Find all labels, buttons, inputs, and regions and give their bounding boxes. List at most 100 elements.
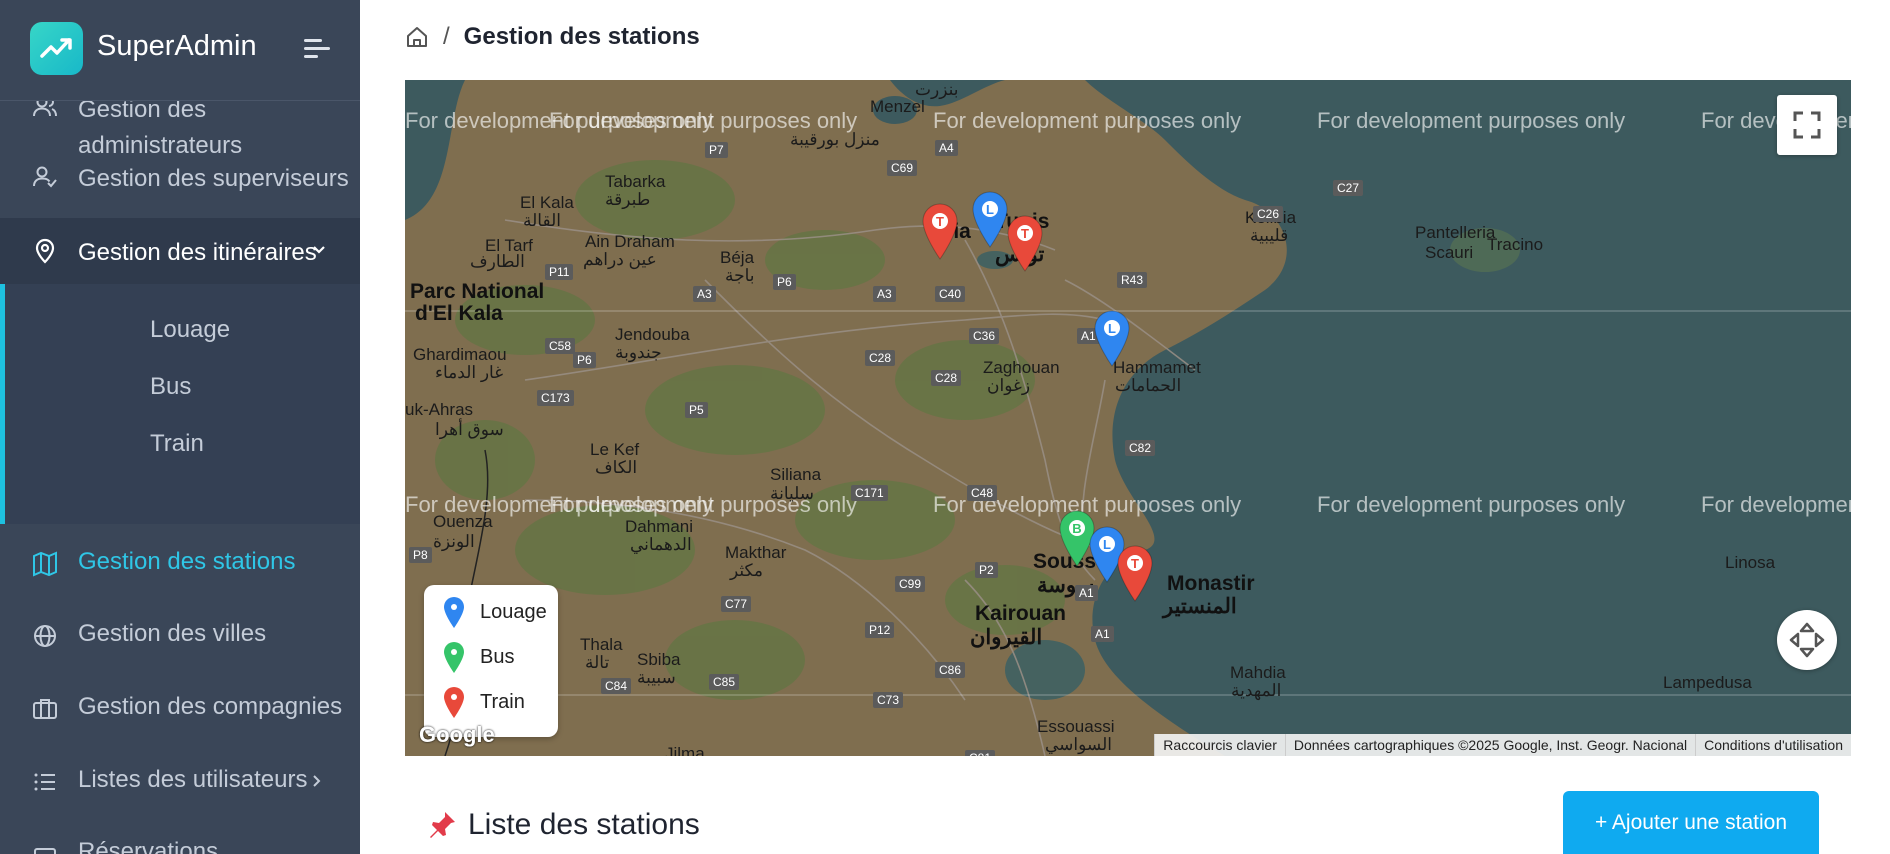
map-place-label: جندوبة	[615, 343, 662, 362]
road-number-label: C36	[969, 328, 1000, 344]
submenu-item-train[interactable]: Train	[150, 430, 204, 458]
marker-glyph: T	[1021, 226, 1029, 241]
stations-map[interactable]: For development purposes only For develo…	[405, 80, 1851, 756]
road-number-label: C81	[965, 750, 996, 756]
map-place-label: Parc National	[410, 280, 545, 303]
road-number-label: C99	[895, 576, 926, 592]
map-attribution: Raccourcis clavier Données cartographiqu…	[1154, 734, 1851, 756]
breadcrumb-separator: /	[443, 23, 450, 50]
road-number-label: C86	[935, 662, 966, 678]
trending-up-icon	[40, 38, 72, 58]
map-place-label: Makthar	[725, 543, 787, 562]
sidebar-item-itineraries[interactable]: Gestion des itinéraires	[0, 218, 360, 284]
marker-glyph: T	[936, 214, 944, 229]
map-place-label: تالة	[585, 653, 610, 672]
sidebar-item-label: Listes des utilisateurs	[78, 766, 308, 793]
map-place-label: d'El Kala	[415, 302, 503, 325]
fullscreen-button[interactable]	[1777, 95, 1837, 155]
map-place-label: Menzel	[870, 97, 925, 116]
road-number-label: C82	[1125, 440, 1156, 456]
map-place-label: الكاف	[595, 458, 638, 477]
map-place-label: مكثر	[730, 561, 764, 580]
marker-glyph: L	[1103, 537, 1111, 552]
map-place-label: غار الدماء	[435, 363, 504, 382]
submenu-item-bus[interactable]: Bus	[150, 373, 191, 401]
sidebar-item-label: Réservations	[78, 838, 219, 854]
map-place-label: Scauri	[1425, 243, 1474, 262]
station-marker-train[interactable]: T	[1006, 214, 1044, 272]
marker-glyph: L	[986, 202, 994, 217]
map-place-label: uk-Ahras	[405, 400, 474, 419]
home-icon[interactable]	[405, 25, 429, 49]
main-content: / Gestion des stations For development p…	[360, 0, 1890, 854]
road-number-label: C28	[931, 370, 962, 386]
sidebar-item-stations[interactable]: Gestion des stations	[0, 548, 360, 582]
map-place-label: Béja	[720, 248, 755, 267]
submenu-item-louage[interactable]: Louage	[150, 316, 230, 344]
chevron-right-icon	[313, 775, 321, 787]
google-logo: Google	[419, 722, 495, 747]
sidebar-item-supervisors[interactable]: Gestion des superviseurs	[0, 160, 360, 210]
map-place-label: Thala	[580, 635, 623, 654]
map-data-text: Données cartographiques ©2025 Google, In…	[1284, 734, 1695, 756]
train-pin-icon	[444, 687, 464, 718]
keyboard-shortcuts-link[interactable]: Raccourcis clavier	[1154, 734, 1285, 756]
map-place-label: Ouenza	[433, 512, 493, 531]
map-place-label: Monastir	[1167, 572, 1255, 595]
legend-label: Train	[480, 691, 525, 713]
map-place-label: Le Kef	[590, 440, 640, 459]
road-number-label: C28	[865, 350, 896, 366]
road-number-label: P5	[685, 402, 708, 418]
globe-icon	[34, 625, 56, 647]
sidebar-item-reservations[interactable]: Réservations	[0, 838, 360, 854]
road-number-label: C171	[851, 485, 888, 501]
sidebar-item-users-list[interactable]: Listes des utilisateurs	[0, 766, 360, 800]
map-place-label: بنزرت	[915, 80, 959, 99]
fullscreen-icon	[1793, 111, 1821, 139]
brand-logo[interactable]	[30, 22, 83, 75]
road-number-label: C85	[709, 674, 740, 690]
road-number-label: P6	[573, 352, 596, 368]
station-marker-train[interactable]: T	[1116, 544, 1154, 602]
map-place-label: Kairouan	[975, 602, 1067, 625]
terms-link[interactable]: Conditions d'utilisation	[1695, 734, 1851, 756]
road-number-label: C73	[873, 692, 904, 708]
road-number-label: C173	[537, 390, 574, 406]
sidebar-item-companies[interactable]: Gestion des compagnies	[0, 693, 360, 727]
camera-control-button[interactable]	[1777, 610, 1837, 670]
road-number-label: R43	[1117, 272, 1148, 288]
road-number-label: C84	[601, 678, 632, 694]
sidebar: Gestion des administrateurs Gestion des …	[0, 0, 360, 854]
marker-glyph: L	[1108, 321, 1116, 336]
menu-toggle-button[interactable]	[304, 39, 330, 61]
louage-pin-icon	[444, 597, 464, 628]
list-title: Liste des stations	[468, 808, 700, 841]
map-place-label: Pantelleria	[1415, 223, 1496, 242]
add-station-button[interactable]: + Ajouter une station	[1563, 791, 1819, 854]
road-number-label: C58	[545, 338, 576, 354]
road-number-label: C77	[721, 596, 752, 612]
marker-glyph: T	[1131, 556, 1139, 571]
map-place-label: الدهماني	[630, 535, 692, 554]
station-marker-louage[interactable]: L	[1093, 309, 1131, 367]
legend-label: Louage	[480, 601, 547, 623]
sidebar-item-cities[interactable]: Gestion des villes	[0, 620, 360, 654]
map-place-label: Jilma	[665, 744, 705, 756]
road-number-label: A1	[1091, 626, 1114, 642]
road-number-label: P7	[705, 142, 728, 158]
map-place-label: Dahmani	[625, 517, 694, 536]
road-number-label: C26	[1253, 206, 1284, 222]
map-place-label: عين دراهم	[583, 250, 657, 269]
station-marker-louage[interactable]: L	[971, 190, 1009, 248]
map-place-label: Sbiba	[637, 650, 681, 669]
road-number-label: A3	[873, 286, 896, 302]
chevron-down-icon	[313, 246, 325, 254]
bus-pin-icon	[444, 642, 464, 673]
sidebar-item-label: Gestion des superviseurs	[78, 165, 349, 192]
breadcrumb: / Gestion des stations	[405, 22, 700, 52]
map-place-label: Linosa	[1725, 553, 1776, 572]
station-marker-train[interactable]: T	[921, 202, 959, 260]
calendar-icon	[34, 848, 56, 854]
sidebar-item-label: Gestion des administrateurs	[78, 96, 243, 159]
map-place-label: Tabarka	[605, 172, 666, 191]
